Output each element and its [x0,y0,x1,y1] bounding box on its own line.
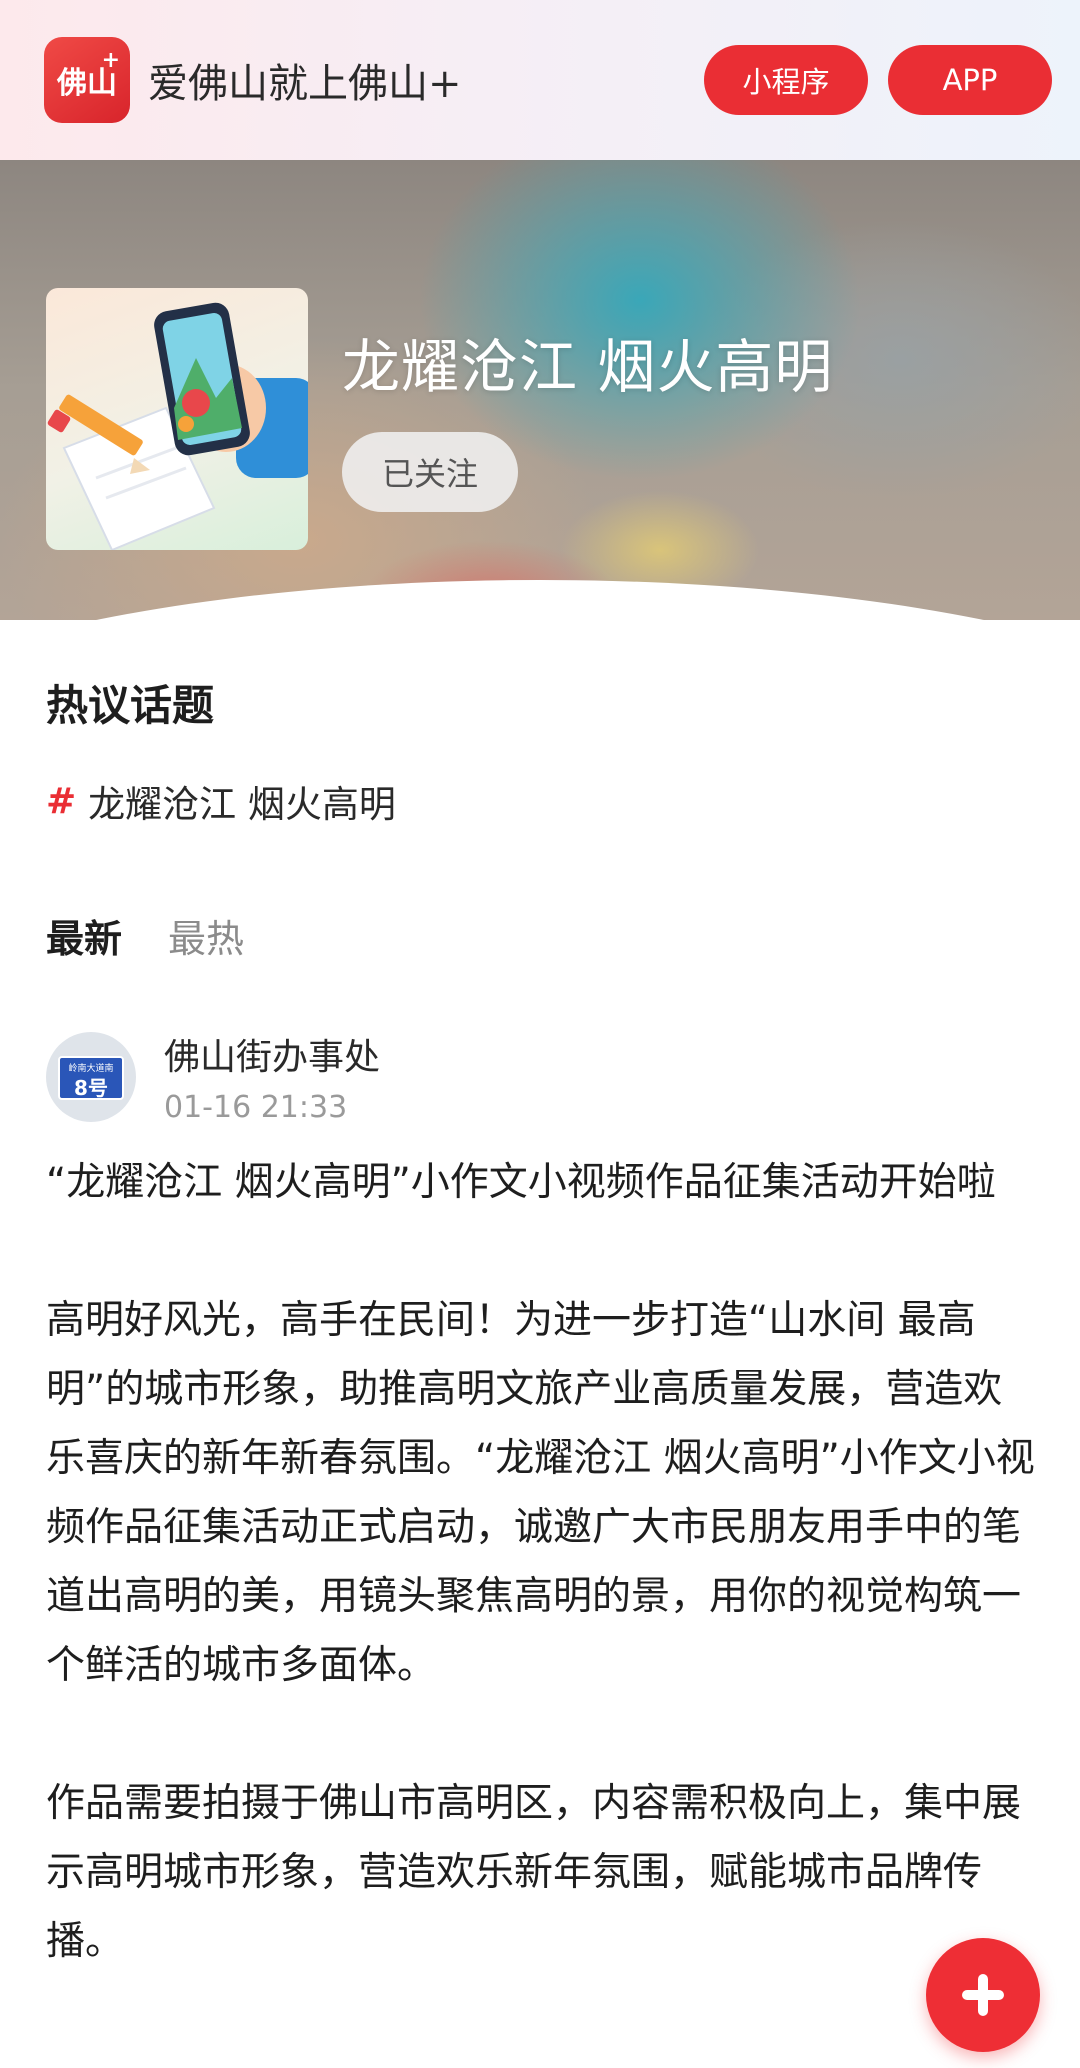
topic-title: 龙耀沧江 烟火高明 [342,333,834,401]
tab-latest[interactable]: 最新 [46,908,122,963]
post-author[interactable]: 佛山街办事处 [164,1028,380,1080]
logo-plus: + [101,47,120,73]
sort-tabs: 最新 最热 [46,908,244,963]
hashtag-label: 龙耀沧江 烟火高明 [88,783,396,826]
plus-icon [962,1974,1004,2016]
brand-slogan: 爱佛山就上佛山+ [148,61,462,107]
topic-cover-image [46,288,308,550]
app-header: 佛山 + 爱佛山就上佛山+ 小程序 APP [0,0,1080,160]
open-app-button[interactable]: APP [888,45,1052,115]
post-content[interactable]: “龙耀沧江 烟火高明”小作文小视频作品征集活动开始啦 高明好风光，高手在民间！为… [46,1148,1036,1976]
avatar-street-sign: 岭南大道南 8号 [58,1055,124,1100]
post-header[interactable]: 岭南大道南 8号 佛山街办事处 01-16 21:33 [46,1028,380,1125]
hot-topics-heading: 热议话题 [46,681,215,730]
hashtag-icon: # [46,780,77,822]
post-timestamp: 01-16 21:33 [164,1090,348,1125]
post-paragraph: “龙耀沧江 烟火高明”小作文小视频作品征集活动开始啦 [46,1160,996,1205]
post-paragraph: 高明好风光，高手在民间！为进一步打造“山水间 最高明”的城市形象，助推高明文旅产… [46,1298,1035,1688]
follow-button[interactable]: 已关注 [342,432,518,512]
hashtag-link[interactable]: # 龙耀沧江 烟火高明 [46,774,396,828]
post-paragraph: 作品需要拍摄于佛山市高明区，内容需积极向上，集中展示高明城市形象，营造欢乐新年氛… [46,1781,1022,1964]
post-meta: 佛山街办事处 01-16 21:33 [164,1028,380,1125]
topic-banner: 龙耀沧江 烟火高明 已关注 [0,160,1080,620]
avatar[interactable]: 岭南大道南 8号 [46,1031,136,1122]
banner-curve-divider [0,580,1080,620]
open-miniprogram-button[interactable]: 小程序 [704,45,868,115]
cover-illustration [47,302,308,550]
create-post-button[interactable] [926,1938,1040,2052]
app-logo[interactable]: 佛山 + [44,37,130,123]
avatar-sign-main: 8号 [74,1075,108,1100]
tab-hottest[interactable]: 最热 [168,908,244,963]
